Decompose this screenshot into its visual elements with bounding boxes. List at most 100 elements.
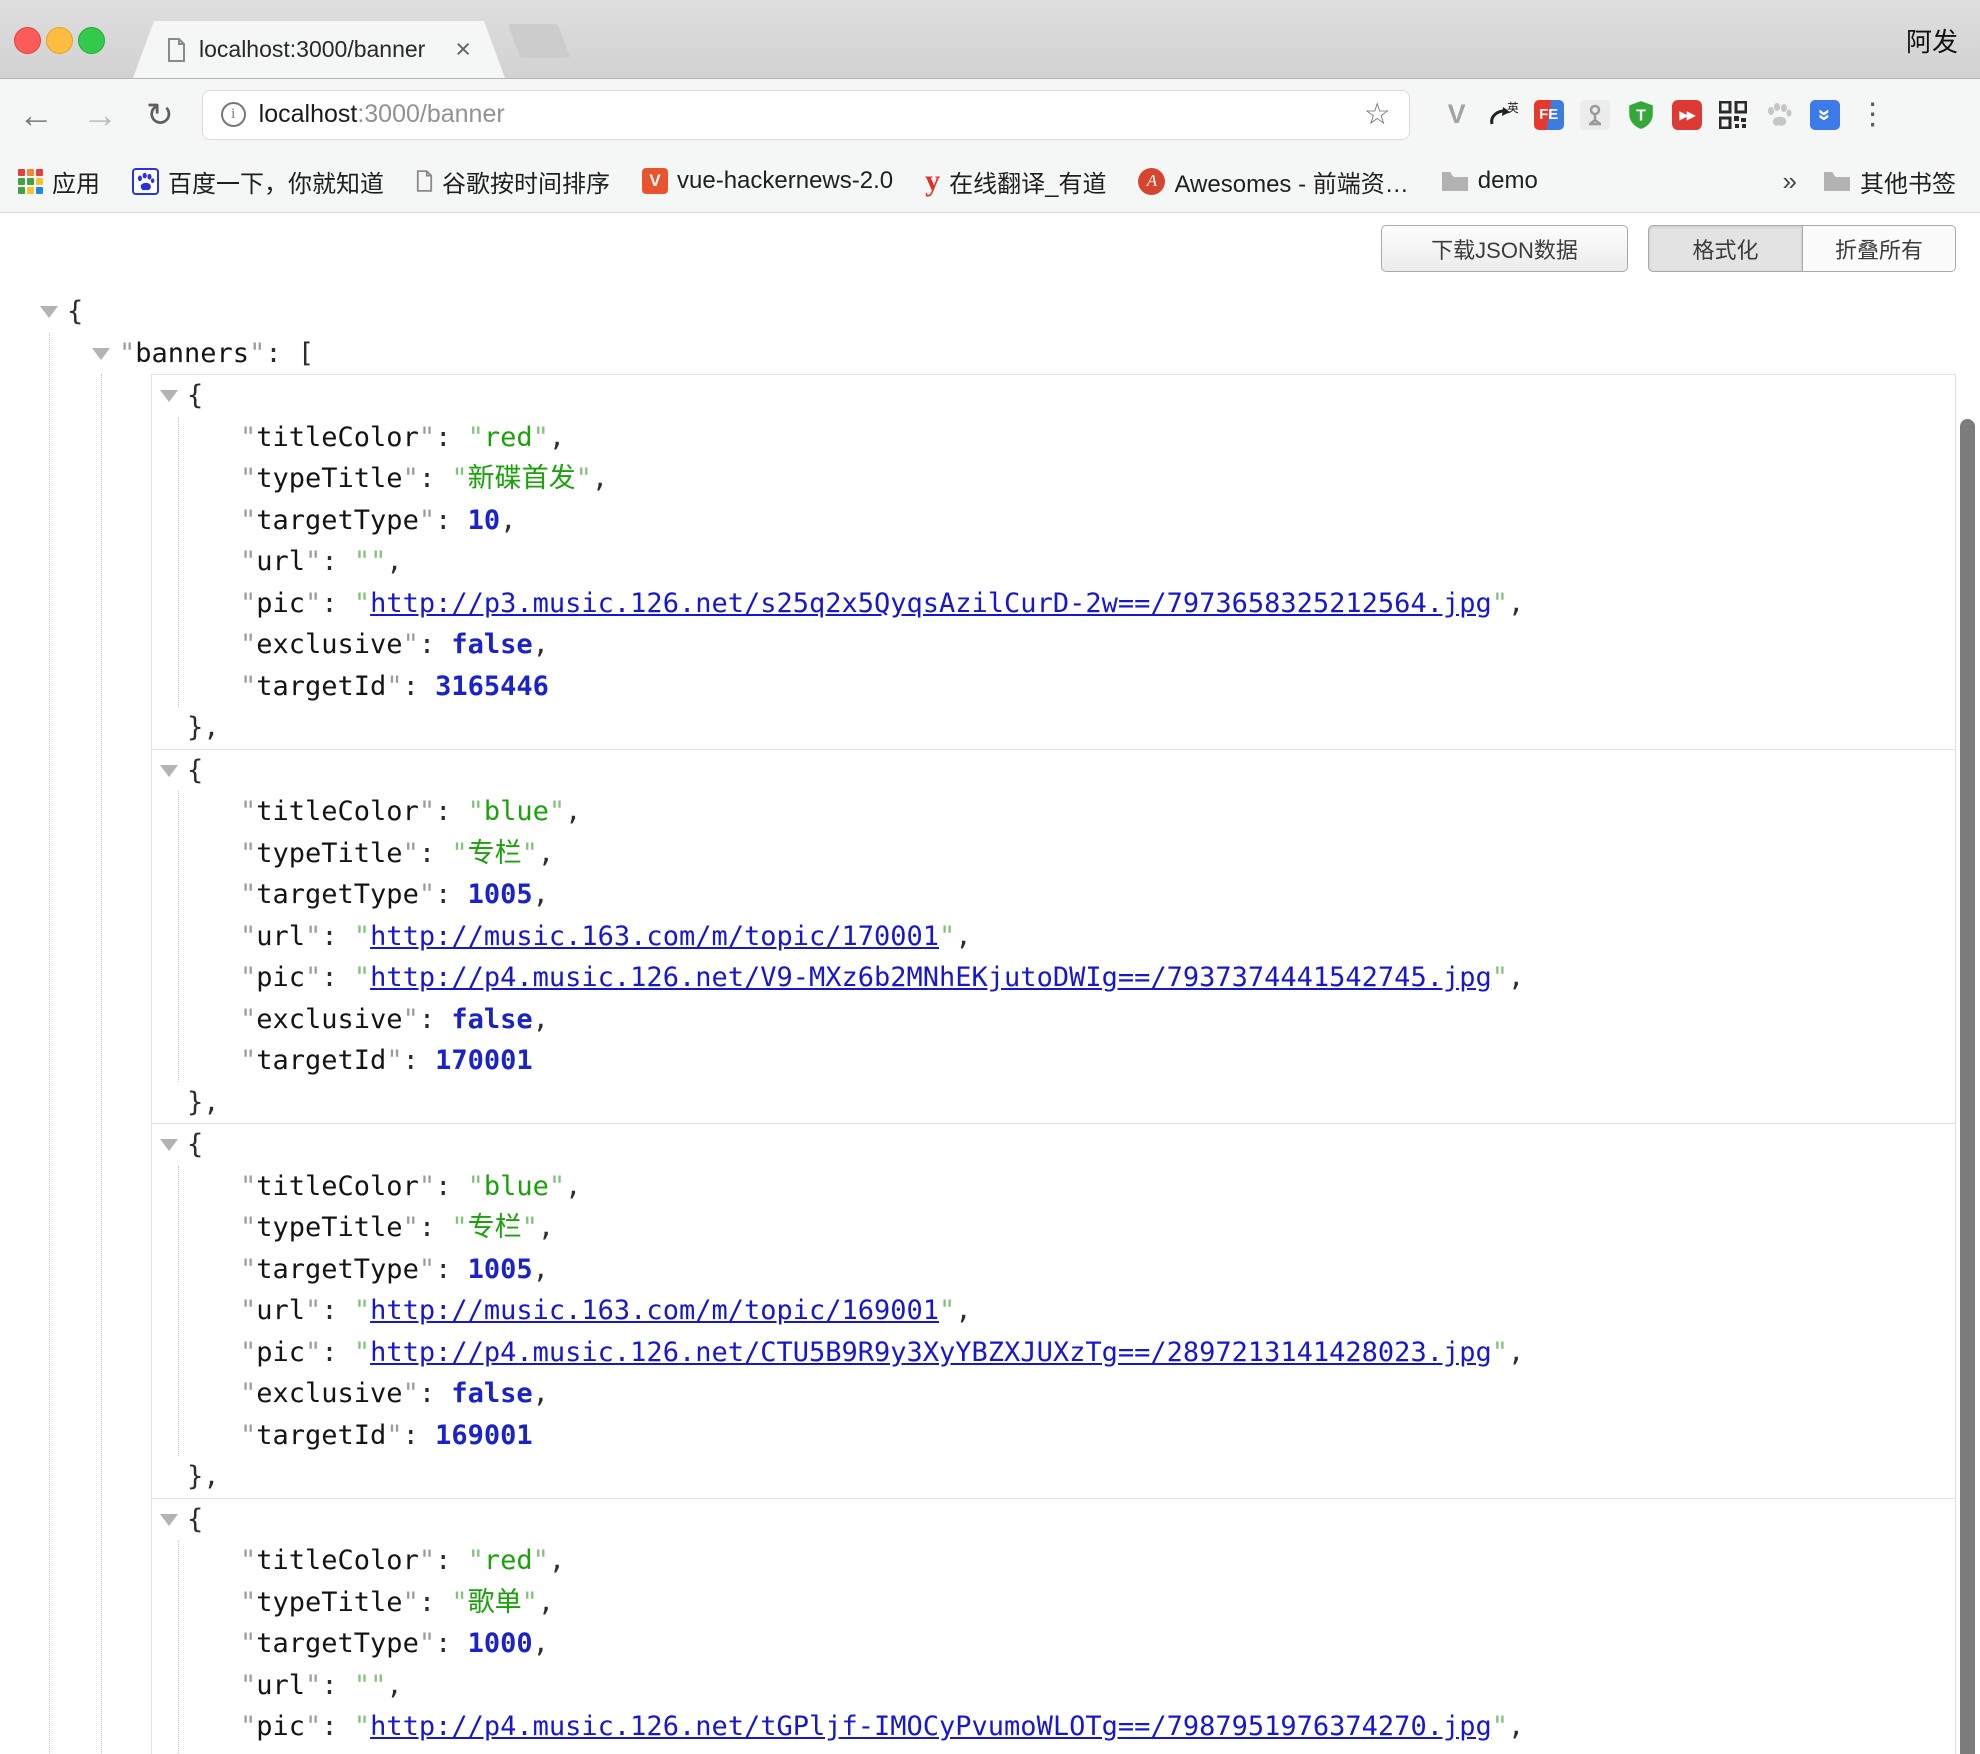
person-icon[interactable] [1580, 100, 1610, 130]
address-url[interactable]: localhost:3000/banner [259, 100, 505, 129]
json-url-link[interactable]: http://p4.music.126.net/CTU5B9R9y3XyYBZX… [370, 1337, 1492, 1368]
collapse-triangle-icon[interactable] [160, 390, 178, 402]
json-field-exclusive: "exclusive": false, [240, 1373, 1955, 1415]
page-content: 下载JSON数据 格式化 折叠所有 { "banners": [ {"title… [0, 213, 1980, 1754]
json-field-typeTitle: "typeTitle": "歌单", [240, 1582, 1955, 1624]
browser-menu-icon[interactable]: ⋮ [1858, 97, 1888, 132]
format-button[interactable]: 格式化 [1648, 225, 1803, 272]
bookmark-label: 谷歌按时间排序 [442, 164, 610, 199]
banners-key: banners [135, 338, 249, 369]
extension-icons: V 英 FE T ▶▶ [1426, 100, 1840, 130]
object-open-line: { [152, 375, 1955, 417]
object-open-line: { [152, 1499, 1955, 1541]
vertical-scrollbar[interactable] [1960, 419, 1975, 1754]
bookmark-label: Awesomes - 前端资… [1174, 164, 1408, 199]
bookmark-label: 在线翻译_有道 [949, 164, 1106, 199]
collapse-triangle-icon[interactable] [160, 1514, 178, 1526]
object-open-line: { [152, 750, 1955, 792]
json-field-titleColor: "titleColor": "red", [240, 1540, 1955, 1582]
json-field-typeTitle: "typeTitle": "专栏", [240, 833, 1955, 875]
tab-close-icon[interactable]: × [455, 36, 471, 63]
reload-icon[interactable]: ↻ [146, 98, 174, 131]
browser-toolbar: ← → ↻ i localhost:3000/banner ☆ V 英 FE [0, 79, 1980, 150]
collapse-triangle-icon[interactable] [40, 306, 58, 318]
bookmark-google-sort[interactable]: 谷歌按时间排序 [416, 164, 610, 199]
bookmark-label: vue-hackernews-2.0 [677, 167, 893, 195]
json-field-pic: "pic": "http://p3.music.126.net/s25q2x5Q… [240, 583, 1955, 625]
awesomes-icon: A [1138, 168, 1165, 195]
json-url-link[interactable]: http://p4.music.126.net/V9-MXz6b2MNhEKju… [370, 962, 1492, 993]
translate-icon[interactable]: 英 [1488, 100, 1518, 130]
json-field-url: "url": "", [240, 541, 1955, 583]
json-field-url: "url": "", [240, 1665, 1955, 1707]
bookmark-star-icon[interactable]: ☆ [1364, 97, 1391, 132]
json-field-exclusive: "exclusive": false [240, 1748, 1955, 1754]
json-url-link[interactable]: http://music.163.com/m/topic/170001 [370, 921, 939, 952]
paw-icon[interactable] [1764, 100, 1794, 130]
bookmark-demo-folder[interactable]: demo [1441, 167, 1538, 195]
bookmark-youdao[interactable]: y 在线翻译_有道 [925, 164, 1106, 199]
minimize-window-button[interactable] [46, 27, 73, 54]
json-field-pic: "pic": "http://p4.music.126.net/tGPljf-I… [240, 1706, 1955, 1748]
banner-object: {"titleColor": "blue","typeTitle": "专栏",… [152, 1123, 1955, 1498]
vue-icon: V [642, 168, 668, 194]
new-tab-button[interactable] [508, 24, 570, 58]
json-field-pic: "pic": "http://p4.music.126.net/CTU5B9R9… [240, 1332, 1955, 1374]
bookmarks-overflow-icon[interactable]: » [1783, 166, 1797, 197]
json-field-exclusive: "exclusive": false, [240, 999, 1955, 1041]
tab-title: localhost:3000/banner [199, 36, 425, 63]
bookmark-label: demo [1478, 167, 1538, 195]
svg-text:英: 英 [1507, 101, 1518, 115]
json-field-typeTitle: "typeTitle": "专栏", [240, 1207, 1955, 1249]
banner-object: {"titleColor": "red","typeTitle": "歌单", "… [152, 1498, 1955, 1754]
back-icon[interactable]: ← [18, 97, 54, 133]
page-icon [167, 38, 186, 62]
json-field-titleColor: "titleColor": "blue", [240, 791, 1955, 833]
banners-key-line: "banners": [ [92, 333, 1956, 375]
svg-text:T: T [1636, 106, 1646, 124]
bookmark-vue-hackernews[interactable]: V vue-hackernews-2.0 [642, 167, 893, 195]
fast-forward-icon[interactable]: ▶▶ [1672, 100, 1702, 130]
collapse-triangle-icon[interactable] [160, 1139, 178, 1151]
collapse-all-button[interactable]: 折叠所有 [1803, 225, 1956, 272]
bookmark-awesomes[interactable]: A Awesomes - 前端资… [1138, 164, 1408, 199]
address-bar[interactable]: i localhost:3000/banner ☆ [202, 90, 1410, 140]
json-field-targetType: "targetType": 10, [240, 500, 1955, 542]
profile-name[interactable]: 阿发 [1906, 22, 1958, 59]
json-field-exclusive: "exclusive": false, [240, 624, 1955, 666]
collapse-triangle-icon[interactable] [160, 765, 178, 777]
json-field-targetId: "targetId": 3165446 [240, 666, 1955, 708]
banner-object: {"titleColor": "red","typeTitle": "新碟首发"… [152, 375, 1955, 749]
page-info-icon[interactable]: i [221, 102, 246, 127]
download-json-button[interactable]: 下载JSON数据 [1381, 225, 1628, 272]
bookmark-baidu[interactable]: 百度一下，你就知道 [132, 164, 384, 199]
shield-t-icon[interactable]: T [1626, 100, 1656, 130]
json-field-titleColor: "titleColor": "red", [240, 417, 1955, 459]
collapse-triangle-icon[interactable] [92, 348, 110, 360]
qr-code-icon[interactable] [1718, 100, 1748, 130]
fe-helper-icon[interactable]: FE [1534, 100, 1564, 130]
json-field-pic: "pic": "http://p4.music.126.net/V9-MXz6b… [240, 957, 1955, 999]
json-url-link[interactable]: http://p3.music.126.net/s25q2x5QyqsAzilC… [370, 588, 1492, 619]
json-field-targetType: "targetType": 1005, [240, 1249, 1955, 1291]
double-chevron-down-icon[interactable]: » [1810, 100, 1840, 130]
close-window-button[interactable] [14, 27, 41, 54]
json-url-link[interactable]: http://music.163.com/m/topic/169001 [370, 1295, 939, 1326]
browser-tab[interactable]: localhost:3000/banner × [133, 21, 505, 78]
vue-devtools-icon[interactable]: V [1442, 100, 1472, 130]
object-open-line: { [152, 1124, 1955, 1166]
json-url-link[interactable]: http://p4.music.126.net/tGPljf-IMOCyPvum… [370, 1711, 1492, 1742]
bookmark-other-folder[interactable]: 其他书签 [1823, 164, 1956, 199]
baidu-paw-icon [132, 168, 159, 195]
json-field-targetId: "targetId": 169001 [240, 1415, 1955, 1457]
banner-object: {"titleColor": "blue","typeTitle": "专栏",… [152, 749, 1955, 1124]
folder-icon [1441, 170, 1469, 192]
browser-window: localhost:3000/banner × 阿发 ← → ↻ i local… [0, 0, 1980, 1754]
zoom-window-button[interactable] [78, 27, 105, 54]
page-icon [416, 170, 433, 192]
title-bar: localhost:3000/banner × 阿发 [0, 0, 1980, 79]
folder-icon [1823, 170, 1851, 192]
forward-icon[interactable]: → [82, 97, 118, 133]
bookmark-apps[interactable]: 应用 [18, 164, 100, 199]
object-close-line: }, [152, 707, 1955, 749]
